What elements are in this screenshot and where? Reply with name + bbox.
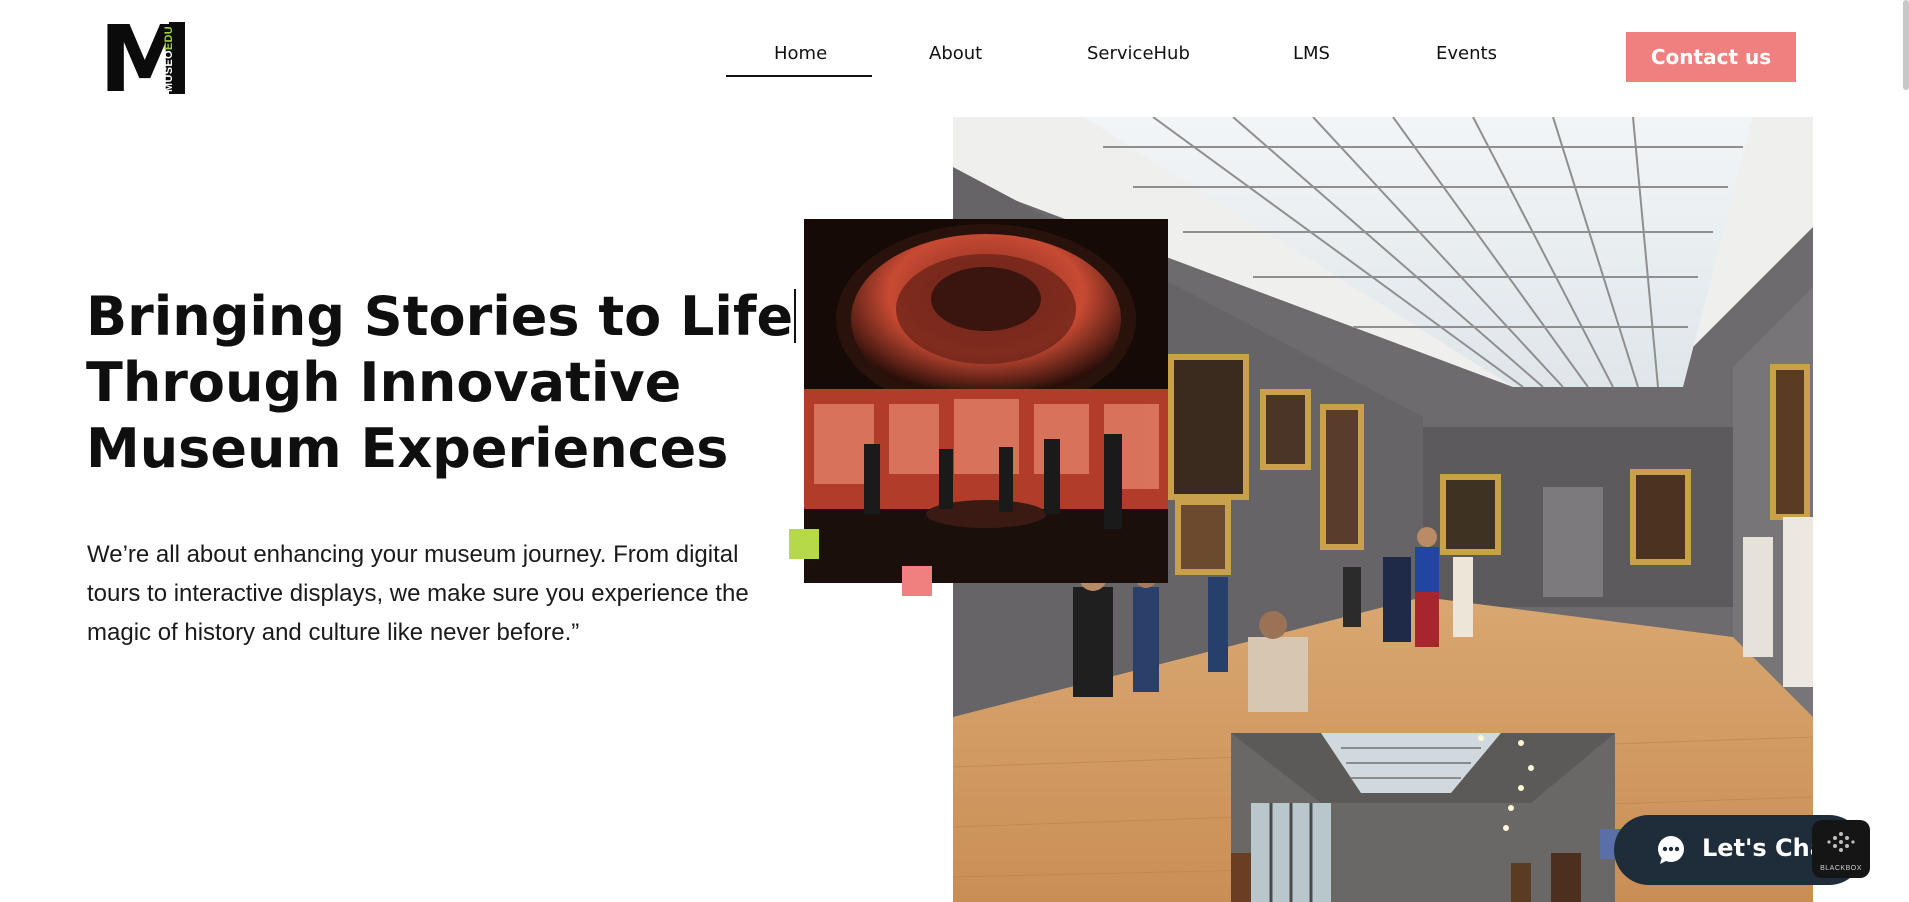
hero-description-line: magic of history and culture like never …	[87, 619, 580, 646]
rotunda-exhibit-image	[804, 219, 1168, 583]
page-scrollbar[interactable]	[1903, 0, 1909, 90]
logo-museo: MUSEO	[163, 50, 175, 92]
nav-about[interactable]: About	[929, 43, 982, 64]
nav-servicehub[interactable]: ServiceHub	[1087, 43, 1190, 64]
text-caret	[794, 289, 797, 343]
hero-description: We’re all about enhancing your museum jo…	[87, 535, 807, 652]
logo[interactable]: M MUSEOEDU	[99, 14, 191, 106]
blackbox-icon	[1827, 832, 1855, 852]
decorative-square-pink	[902, 566, 932, 596]
nav-active-underline	[726, 75, 872, 77]
hero-title-line-text: Bringing Stories to Life	[86, 285, 794, 348]
nav-lms[interactable]: LMS	[1293, 43, 1330, 64]
corridor-inset-image	[1231, 733, 1615, 902]
hero-title-line: Through Innovative	[86, 351, 682, 414]
decorative-square-green	[789, 529, 819, 559]
contact-us-button[interactable]: Contact us	[1626, 32, 1796, 82]
logo-wordmark: MUSEOEDU	[161, 26, 177, 92]
hero-title-line: Museum Experiences	[86, 417, 729, 480]
blackbox-widget[interactable]: BLACKBOX	[1812, 820, 1870, 878]
hero-title-line: Bringing Stories to Life	[86, 284, 797, 350]
nav-events[interactable]: Events	[1436, 43, 1497, 64]
hero-title: Bringing Stories to Life Through Innovat…	[86, 284, 797, 482]
nav-home[interactable]: Home	[774, 43, 827, 64]
hero-description-line: We’re all about enhancing your museum jo…	[87, 541, 739, 568]
chat-bubble-icon	[1658, 836, 1684, 864]
logo-edu: EDU	[163, 26, 175, 51]
hero-description-line: tours to interactive displays, we make s…	[87, 580, 749, 607]
blackbox-label: BLACKBOX	[1820, 865, 1862, 872]
